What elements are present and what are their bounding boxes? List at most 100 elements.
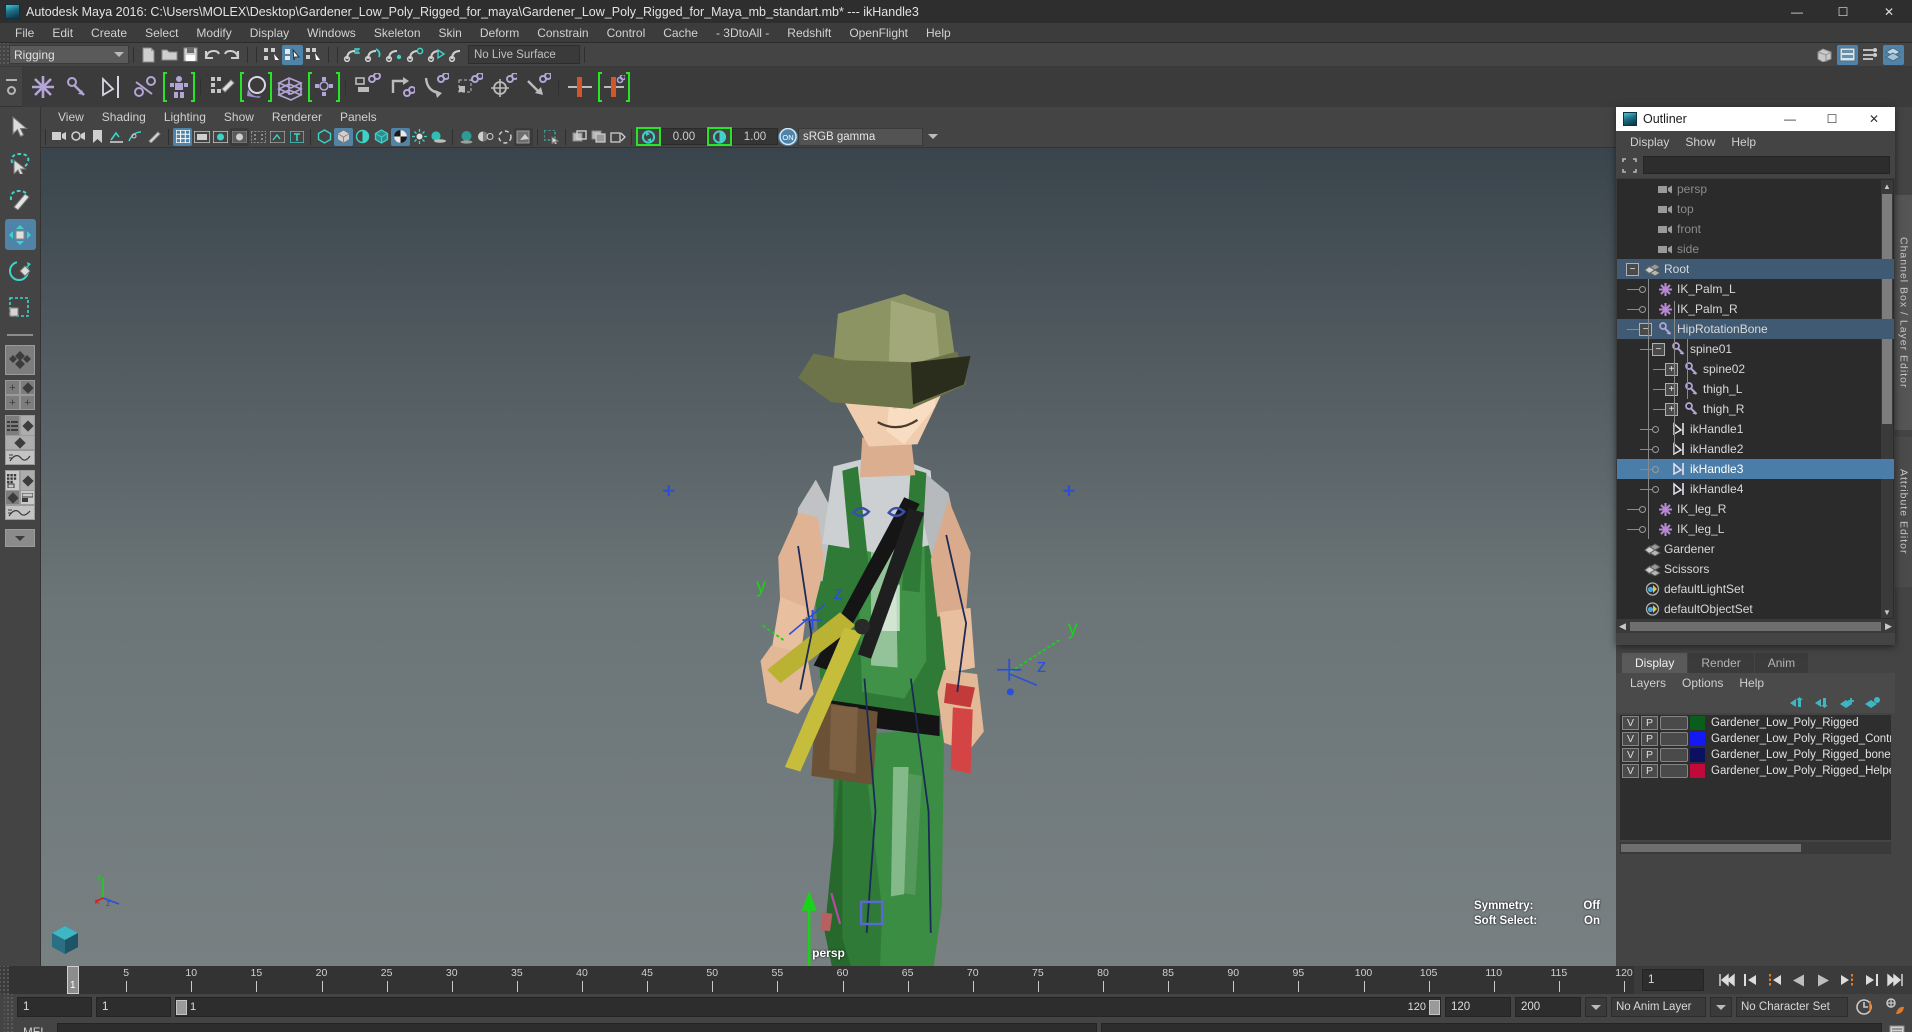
live-surface-field[interactable]: No Live Surface xyxy=(468,45,580,64)
timeline-grip[interactable] xyxy=(0,966,9,994)
outliner-item-thigh-r[interactable]: + thigh_R xyxy=(1617,399,1894,419)
outliner-item-ikhandle3[interactable]: ikHandle3 xyxy=(1617,459,1894,479)
texture-display-icon[interactable] xyxy=(391,127,410,146)
new-scene-icon[interactable] xyxy=(138,45,159,65)
move-tool-button[interactable] xyxy=(4,219,36,250)
tab-attribute-editor[interactable]: Attribute Editor xyxy=(1895,437,1912,587)
layer-state-toggle[interactable] xyxy=(1660,732,1688,746)
color-profile-chevron-icon[interactable] xyxy=(923,128,942,146)
single-perspective-layout-button[interactable] xyxy=(5,345,35,375)
gamma-icon[interactable] xyxy=(710,128,729,146)
lattice-deformer-shelf-button[interactable] xyxy=(273,70,307,104)
outliner-maximize-button[interactable]: ☐ xyxy=(1811,107,1853,131)
smooth-shade-selected-icon[interactable] xyxy=(353,128,372,146)
anim-layer-chevron-icon[interactable] xyxy=(1710,997,1732,1017)
show-hide-modeling-toolkit-icon[interactable] xyxy=(1814,45,1835,65)
motion-blur-icon[interactable] xyxy=(476,128,495,146)
outliner-item-persp[interactable]: persp xyxy=(1617,179,1894,199)
select-camera-icon[interactable] xyxy=(50,128,69,146)
film-origin-icon[interactable] xyxy=(249,128,268,146)
snap-to-curve-icon[interactable] xyxy=(363,45,384,65)
layer-row[interactable]: V P Gardener_Low_Poly_Rigged_bones xyxy=(1620,747,1891,763)
snap-to-view-plane-icon[interactable] xyxy=(426,45,447,65)
select-by-hierarchy-icon[interactable] xyxy=(261,45,282,65)
viewport-menu-shading[interactable]: Shading xyxy=(93,109,155,125)
menu-file[interactable]: File xyxy=(6,24,43,42)
menu-skin[interactable]: Skin xyxy=(430,24,471,42)
anim-layer-selector[interactable]: No Anim Layer xyxy=(1611,997,1706,1017)
animation-end-time-field[interactable]: 200 xyxy=(1515,997,1581,1017)
toolbar-grip[interactable] xyxy=(0,43,9,66)
outliner-item-ik-leg-r[interactable]: IK_leg_R xyxy=(1617,499,1894,519)
lasso-select-tool-button[interactable] xyxy=(5,147,36,178)
outliner-menu-help[interactable]: Help xyxy=(1723,134,1764,150)
layer-playback-toggle[interactable]: P xyxy=(1641,748,1658,762)
mirror-joint-shelf-button[interactable] xyxy=(563,70,597,104)
layer-visibility-toggle[interactable]: V xyxy=(1622,764,1639,778)
layout-persp-top-cell[interactable] xyxy=(5,435,35,450)
outliner-item-ikhandle1[interactable]: ikHandle1 xyxy=(1617,419,1894,439)
snap-to-projected-center-icon[interactable] xyxy=(405,45,426,65)
new-layer-from-selected-icon[interactable] xyxy=(1864,697,1881,709)
layout-graph-bottom-cell[interactable] xyxy=(5,450,35,465)
script-editor-icon[interactable] xyxy=(1886,1025,1908,1032)
viewport-menu-lighting[interactable]: Lighting xyxy=(155,109,215,125)
expand-toggle-icon[interactable]: + xyxy=(1665,402,1678,416)
layout-quad-cell-1[interactable]: + xyxy=(5,380,20,395)
isolate-select-icon[interactable] xyxy=(542,128,561,146)
expand-toggle-icon[interactable]: + xyxy=(1665,382,1678,396)
layer-color-swatch[interactable] xyxy=(1690,716,1705,730)
parent-constraint-shelf-button[interactable] xyxy=(350,70,384,104)
perspective-viewport[interactable]: y z y z y z x Symmetry: Off Soft Select:… xyxy=(41,148,1616,966)
outliner-filter-icon[interactable] xyxy=(1621,157,1638,174)
current-time-indicator[interactable]: 1 xyxy=(67,966,79,994)
step-back-keyframe-icon[interactable] xyxy=(1742,971,1760,989)
film-gate-icon[interactable] xyxy=(192,128,211,146)
multisample-aa-icon[interactable] xyxy=(495,128,514,146)
point-constraint-shelf-button[interactable] xyxy=(384,70,418,104)
menu-control[interactable]: Control xyxy=(598,24,655,42)
menu-constrain[interactable]: Constrain xyxy=(528,24,597,42)
go-to-start-icon[interactable] xyxy=(1718,971,1736,989)
layout-persp-right-cell[interactable] xyxy=(20,470,35,492)
select-by-component-type-icon[interactable] xyxy=(303,45,324,65)
menu-skeleton[interactable]: Skeleton xyxy=(365,24,430,42)
scale-constraint-shelf-button[interactable] xyxy=(452,70,486,104)
outliner-item-ik-palm-l[interactable]: IK_Palm_L xyxy=(1617,279,1894,299)
menu-select[interactable]: Select xyxy=(136,24,187,42)
screen-space-ao-icon[interactable] xyxy=(457,128,476,146)
redo-icon[interactable] xyxy=(222,45,243,65)
step-forward-frame-icon[interactable] xyxy=(1838,971,1856,989)
layer-row[interactable]: VP Gardener_Low_Poly_Rigged_Controllers xyxy=(1620,731,1891,747)
step-forward-keyframe-icon[interactable] xyxy=(1862,971,1880,989)
color-profile-selector[interactable]: sRGB gamma xyxy=(798,127,923,146)
make-live-icon[interactable] xyxy=(447,45,468,65)
outliner-item-front[interactable]: front xyxy=(1617,219,1894,239)
tab-channel-box-layer-editor[interactable]: Channel Box / Layer Editor xyxy=(1895,195,1912,430)
open-scene-icon[interactable] xyxy=(159,45,180,65)
maximize-button[interactable]: ☐ xyxy=(1820,0,1866,23)
menu-3dtoall[interactable]: - 3DtoAll - xyxy=(707,24,778,42)
outliner-menu-display[interactable]: Display xyxy=(1622,134,1677,150)
menu-help[interactable]: Help xyxy=(917,24,960,42)
layout-cell-a[interactable] xyxy=(5,490,20,505)
layer-state-toggle[interactable] xyxy=(1660,764,1688,778)
layer-visibility-toggle[interactable]: V xyxy=(1622,732,1639,746)
save-scene-icon[interactable] xyxy=(180,45,201,65)
quick-rig-shelf-button[interactable] xyxy=(162,70,196,104)
layer-row[interactable]: V P Gardener_Low_Poly_Rigged xyxy=(1620,715,1891,731)
persp-graph-outliner-layout-button[interactable] xyxy=(5,490,35,520)
xray-active-components-icon[interactable] xyxy=(608,128,627,146)
outliner-hscroll-thumb[interactable] xyxy=(1630,622,1881,631)
show-hide-channel-box-icon[interactable] xyxy=(1883,44,1904,65)
outliner-item-ik-leg-l[interactable]: IK_leg_L xyxy=(1617,519,1894,539)
move-layer-up-icon[interactable] xyxy=(1789,697,1806,709)
exposure-display-icon[interactable] xyxy=(268,128,287,146)
layout-hypershade-cell[interactable] xyxy=(5,470,20,492)
preferences-icon[interactable] xyxy=(1882,998,1908,1016)
undo-icon[interactable] xyxy=(201,45,222,65)
outliner-item-scissors[interactable]: Scissors xyxy=(1617,559,1894,579)
camera-attributes-icon[interactable] xyxy=(69,128,88,146)
range-grip[interactable] xyxy=(4,994,13,1020)
grease-pencil-icon[interactable] xyxy=(145,128,164,146)
